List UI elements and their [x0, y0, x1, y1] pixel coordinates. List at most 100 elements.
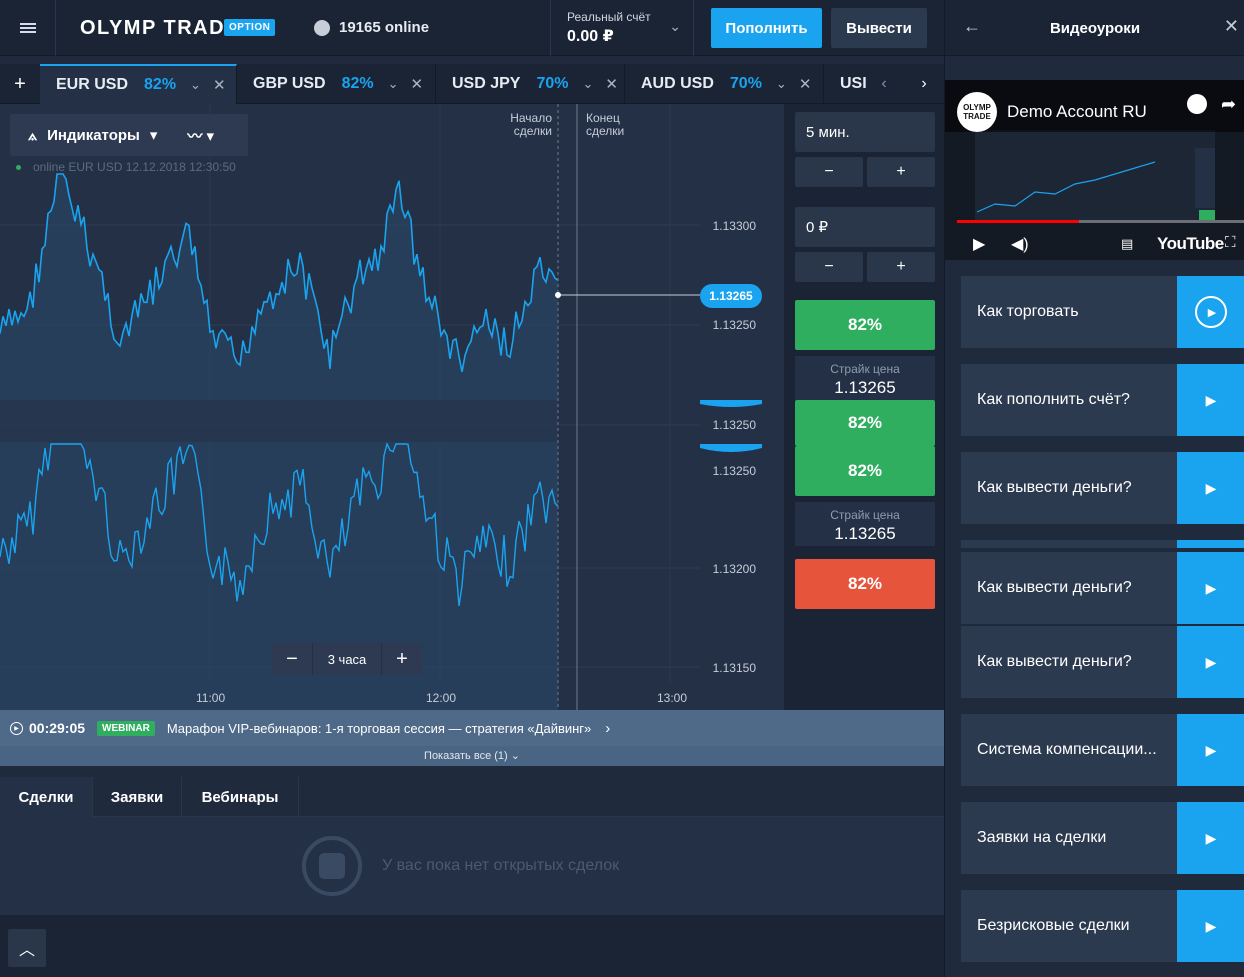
tab-payout: 70%: [536, 75, 569, 92]
amount-field[interactable]: 0 ₽: [795, 207, 935, 247]
tab-deals[interactable]: Сделки: [0, 777, 93, 817]
withdraw-button[interactable]: Вывести: [831, 8, 927, 48]
play-icon[interactable]: ▶: [1177, 552, 1244, 624]
app-root: OLYMP TRADE OPTION 19165 online Реальный…: [0, 0, 1244, 977]
show-all-label: Показать все (1): [424, 750, 508, 762]
watch-later-icon[interactable]: [1187, 94, 1207, 114]
menu-icon[interactable]: [0, 0, 56, 56]
price-chart[interactable]: ⟑ Индикаторы ▾ 〰 ▾ online EUR USD 12.12.…: [0, 104, 784, 710]
online-counter: 19165 online: [314, 19, 429, 36]
tab-webinars[interactable]: Вебинары: [182, 777, 299, 817]
tab-payout: 70%: [729, 75, 762, 92]
lesson-title: Как вывести деньги?: [977, 579, 1132, 596]
video-player[interactable]: OLYMP TRADE Demo Account RU ➦ ▶ ◀) ▤ You…: [945, 80, 1244, 260]
zoom-out-button[interactable]: −: [272, 643, 312, 675]
lesson-title: Безрисковые сделки: [977, 917, 1130, 934]
compass-icon: ⟑: [28, 126, 38, 144]
lesson-item[interactable]: Как пополнить счёт? ▶: [961, 364, 1244, 436]
youtube-logo[interactable]: YouTube: [1157, 234, 1224, 254]
lesson-item-partial: [961, 540, 1244, 548]
chevron-down-icon[interactable]: ⌄: [776, 76, 787, 92]
deposit-button[interactable]: Пополнить: [711, 8, 822, 48]
up-button[interactable]: 82%: [795, 300, 935, 350]
user-icon: [314, 19, 330, 36]
amount-plus-button[interactable]: +: [867, 252, 935, 282]
tab-aud-usd[interactable]: AUD USD 70% ⌄ ✕: [625, 64, 824, 104]
tab-payout: 82%: [144, 76, 177, 93]
tab-eur-usd[interactable]: EUR USD 82% ⌄ ✕: [40, 64, 237, 104]
chevron-up-icon[interactable]: ︿: [8, 929, 46, 967]
y-label: 1.13250: [712, 464, 756, 478]
chevron-down-icon[interactable]: ⌄: [583, 76, 594, 92]
chevron-down-icon[interactable]: ⌄: [388, 76, 399, 92]
webinar-bar[interactable]: ▶ 00:29:05 WEBINAR Марафон VIP-вебинаров:…: [0, 710, 944, 746]
duration-minus-button[interactable]: −: [795, 157, 863, 187]
play-icon[interactable]: ▶: [1177, 364, 1244, 436]
chevron-right-icon[interactable]: ›: [906, 64, 942, 104]
account-selector[interactable]: Реальный счёт 0.00 ₽ ⌄: [550, 0, 694, 56]
lesson-item[interactable]: Как вывести деньги? ▶: [961, 452, 1244, 524]
lesson-item[interactable]: Система компенсации... ▶: [961, 714, 1244, 786]
end-label: Конец сделки: [586, 111, 625, 138]
x-label: 13:00: [657, 691, 688, 705]
play-button[interactable]: ▶: [1177, 276, 1244, 348]
lesson-item[interactable]: Безрисковые сделки ▶: [961, 890, 1244, 962]
close-icon[interactable]: ✕: [213, 76, 226, 94]
duration-plus-button[interactable]: +: [867, 157, 935, 187]
tab-label: AUD USD: [641, 75, 714, 92]
indicators-button[interactable]: ⟑ Индикаторы ▾ 〰 ▾: [10, 114, 248, 156]
chevron-down-icon[interactable]: ⌄: [190, 77, 201, 93]
play-icon[interactable]: ▶: [1177, 802, 1244, 874]
play-icon[interactable]: ▶: [1177, 452, 1244, 524]
lesson-item[interactable]: Как торговать ▶: [961, 276, 1244, 348]
lesson-item[interactable]: Как вывести деньги? ▶: [961, 626, 1244, 698]
zoom-level: 3 часа: [312, 643, 382, 675]
lesson-item[interactable]: Заявки на сделки ▶: [961, 802, 1244, 874]
tab-payout: 82%: [341, 75, 374, 92]
down-button[interactable]: 82%: [795, 559, 935, 609]
chevron-right-icon[interactable]: ›: [605, 720, 610, 737]
close-icon[interactable]: ✕: [1224, 16, 1239, 37]
video-progress[interactable]: [957, 220, 1244, 223]
tab-orders[interactable]: Заявки: [93, 777, 182, 817]
play-icon[interactable]: ▶: [1177, 626, 1244, 698]
volume-icon[interactable]: ◀): [1011, 234, 1029, 254]
close-icon[interactable]: ✕: [799, 75, 812, 93]
tab-label: GBP USD: [253, 75, 326, 92]
fullscreen-icon[interactable]: ⛶: [1225, 234, 1236, 251]
empty-deals-icon: [302, 836, 362, 896]
tab-usd-jpy[interactable]: USD JPY 70% ⌄ ✕: [436, 64, 625, 104]
play-icon[interactable]: ▶: [1177, 714, 1244, 786]
show-all-button[interactable]: Показать все (1) ⌄: [0, 746, 944, 766]
strike-box-2: Страйк цена 1.13265: [795, 502, 935, 546]
up-button-2[interactable]: 82%: [795, 400, 935, 446]
lesson-title: Как торговать: [977, 303, 1079, 320]
lesson-title: Как вывести деньги?: [977, 653, 1132, 670]
play-icon[interactable]: ▶: [973, 234, 985, 254]
amount-minus-button[interactable]: −: [795, 252, 863, 282]
empty-deals-text: У вас пока нет открытых сделок: [382, 857, 620, 874]
zoom-in-button[interactable]: +: [382, 643, 422, 675]
y-label: 1.13300: [712, 219, 756, 233]
tab-gbp-usd[interactable]: GBP USD 82% ⌄ ✕: [237, 64, 436, 104]
sidebar-header: ← Видеоуроки ✕: [945, 0, 1244, 56]
close-icon[interactable]: ✕: [411, 75, 424, 93]
up-button-3[interactable]: 82%: [795, 446, 935, 496]
chart-type-icon[interactable]: 〰 ▾: [187, 125, 214, 146]
lesson-item[interactable]: Как вывести деньги? ▶: [961, 552, 1244, 624]
add-tab-button[interactable]: +: [0, 64, 40, 104]
asset-tabs: + EUR USD 82% ⌄ ✕ GBP USD 82% ⌄ ✕ USD JP…: [0, 64, 944, 104]
y-label: 1.13250: [712, 418, 756, 432]
logo: OLYMP TRADE: [80, 17, 240, 39]
play-icon[interactable]: ▶: [1177, 890, 1244, 962]
sidebar-title: Видеоуроки: [1049, 20, 1141, 37]
close-icon[interactable]: ✕: [605, 75, 618, 93]
chevron-left-icon[interactable]: ‹: [866, 64, 902, 104]
chevron-down-icon: ⌄: [669, 18, 681, 34]
tab-label: EUR USD: [56, 76, 129, 93]
footer: [0, 915, 944, 977]
share-icon[interactable]: ➦: [1221, 94, 1236, 115]
subtitles-icon[interactable]: ▤: [1121, 236, 1133, 252]
tab-partial[interactable]: USI: [824, 64, 866, 104]
duration-field[interactable]: 5 мин.: [795, 112, 935, 152]
